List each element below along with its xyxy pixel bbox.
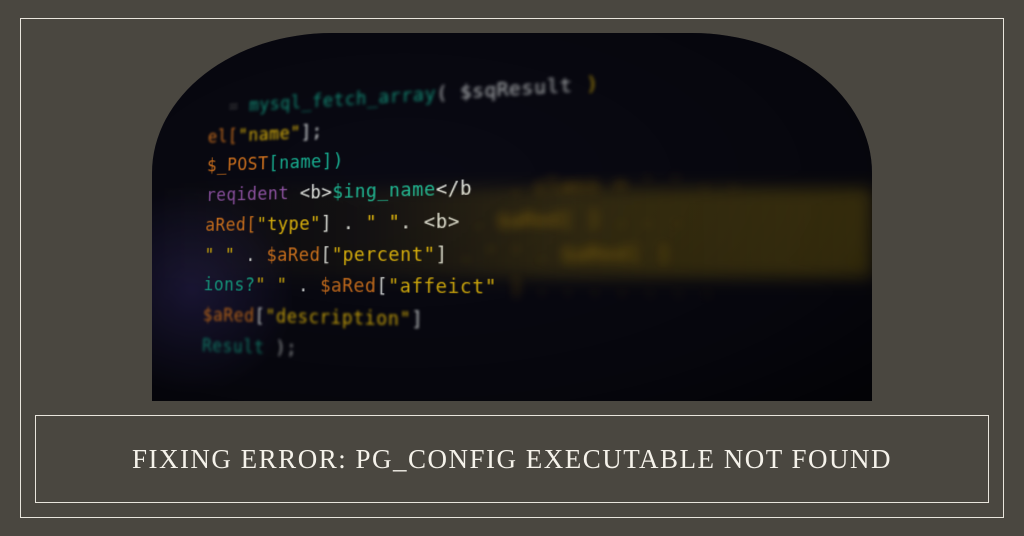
hero-image-container: = mysql_fetch_array( $sqResult ) el["nam… [35, 33, 989, 401]
article-title: Fixing Error: PG_CONFIG executable not f… [132, 441, 892, 477]
code-text: = mysql_fetch_array( $sqResult ) el["nam… [199, 33, 872, 401]
card-frame: = mysql_fetch_array( $sqResult ) el["nam… [20, 18, 1004, 518]
title-bar: Fixing Error: PG_CONFIG executable not f… [35, 415, 989, 503]
code-screenshot: = mysql_fetch_array( $sqResult ) el["nam… [152, 33, 872, 401]
